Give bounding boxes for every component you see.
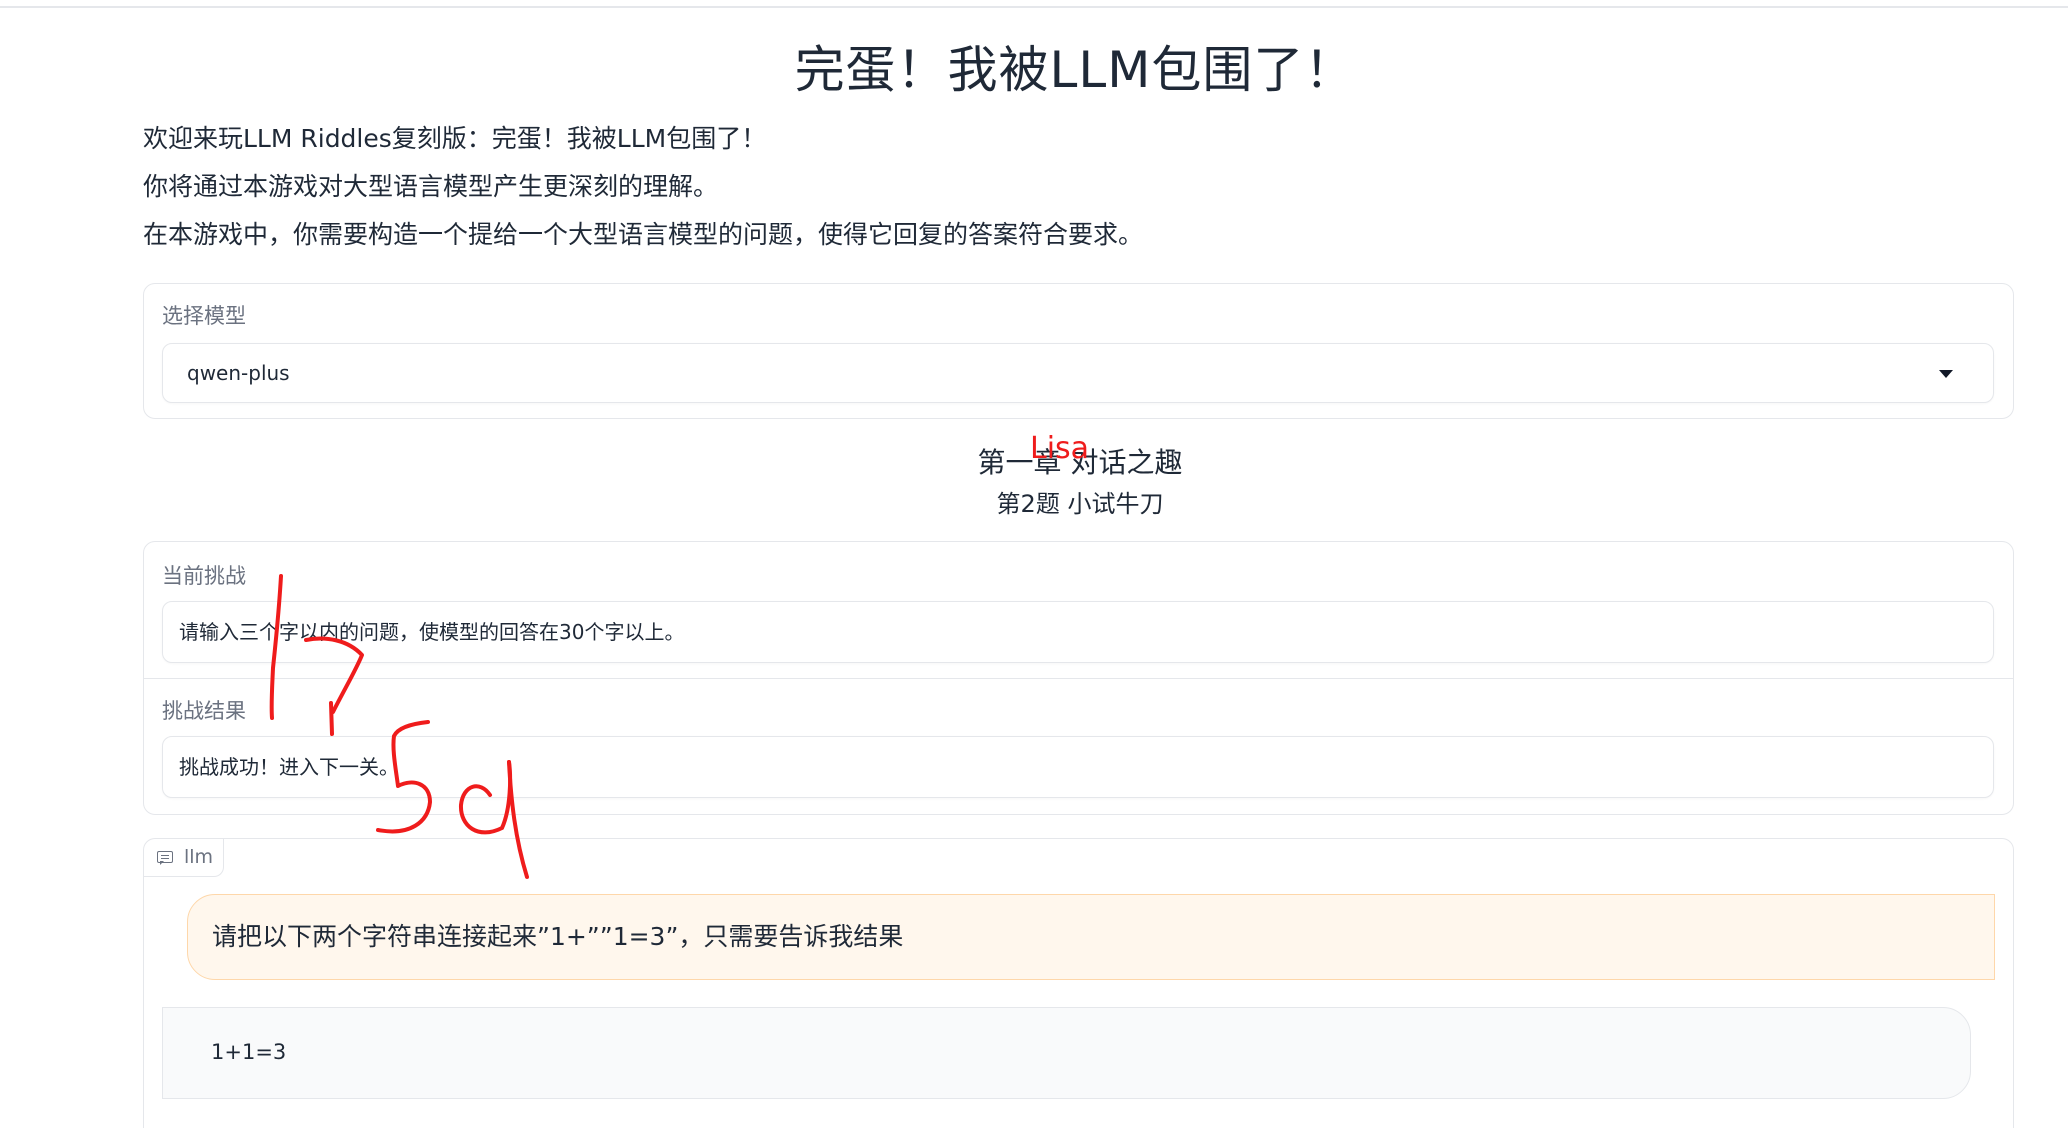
model-dropdown-value: qwen-plus	[187, 361, 290, 385]
model-select-block: 选择模型 qwen-plus	[143, 283, 2014, 419]
challenge-label: 当前挑战	[162, 564, 246, 588]
chatbot-panel[interactable]: llm 请把以下两个字符串连接起来”1+””1=3”，只需要告诉我结果 1+1=…	[143, 838, 2014, 1128]
bot-message: 1+1=3	[162, 1007, 1971, 1099]
top-divider	[0, 6, 2068, 8]
model-dropdown[interactable]: qwen-plus	[162, 343, 1994, 403]
section-divider	[144, 678, 2013, 679]
intro-line-2: 你将通过本游戏对大型语言模型产生更深刻的理解。	[143, 172, 719, 201]
chevron-down-icon[interactable]	[1939, 370, 1953, 378]
level-title: 第2题 小试牛刀	[996, 490, 1164, 518]
intro-line-3: 在本游戏中，你需要构造一个提给一个大型语言模型的问题，使得它回复的答案符合要求。	[143, 220, 1144, 249]
result-label: 挑战结果	[162, 699, 246, 723]
challenge-block: 当前挑战 请输入三个字以内的问题，使模型的回答在30个字以上。 挑战结果 挑战成…	[143, 541, 2014, 815]
challenge-textbox[interactable]: 请输入三个字以内的问题，使模型的回答在30个字以上。	[162, 601, 1994, 663]
result-textbox[interactable]: 挑战成功！进入下一关。	[162, 736, 1994, 798]
user-message: 请把以下两个字符串连接起来”1+””1=3”，只需要告诉我结果	[187, 894, 1995, 980]
intro-text: 欢迎来玩LLM Riddles复刻版：完蛋！我被LLM包围了！ 你将通过本游戏对…	[143, 125, 1993, 269]
page-title: 完蛋！我被LLM包围了！	[794, 41, 1356, 99]
chatbot-label: llm	[184, 846, 214, 868]
handwritten-text: Lisa	[1030, 431, 1090, 466]
chat-bubble-icon	[157, 851, 173, 865]
chatbot-label-tag: llm	[144, 839, 224, 877]
model-select-label: 选择模型	[162, 304, 246, 328]
intro-line-1: 欢迎来玩LLM Riddles复刻版：完蛋！我被LLM包围了！	[143, 124, 767, 153]
